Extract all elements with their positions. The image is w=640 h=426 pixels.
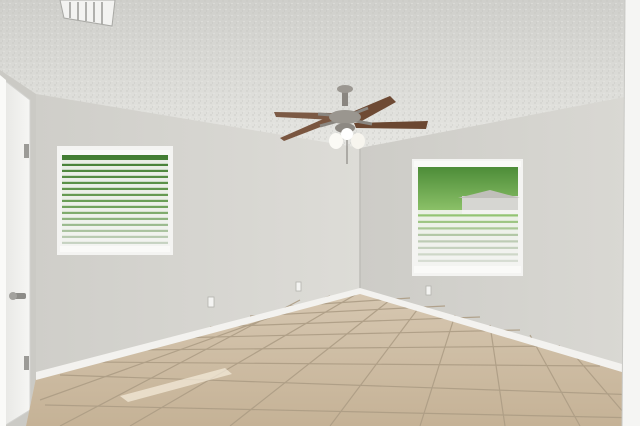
blind-slat [62, 160, 168, 164]
door-knob [9, 292, 17, 300]
blind-slat [418, 223, 518, 228]
left-window-blinds[interactable] [62, 160, 168, 248]
wall-outlet [207, 296, 215, 308]
right-window-blinds[interactable] [418, 210, 518, 267]
blind-slat [418, 255, 518, 260]
fan-light-globe [341, 128, 353, 140]
right-window [412, 159, 523, 276]
blind-slat [62, 232, 168, 236]
wall-outlet [425, 285, 432, 296]
blind-slat [418, 262, 518, 267]
blind-slat [62, 172, 168, 176]
blind-slat [62, 184, 168, 188]
door-hinge [24, 356, 29, 370]
blind-slat [62, 190, 168, 194]
blind-slat [62, 178, 168, 182]
left-window [57, 146, 173, 255]
wall-outlet [295, 281, 302, 292]
blind-slat [62, 238, 168, 242]
blind-slat [418, 242, 518, 247]
fan-motor [329, 110, 361, 124]
blind-slat [418, 236, 518, 241]
blind-slat [62, 226, 168, 230]
blind-slat [418, 210, 518, 215]
blind-slat [418, 229, 518, 234]
blind-slat [62, 202, 168, 206]
fan-light-globe [351, 133, 365, 149]
fan-canopy [337, 85, 353, 93]
blind-slat [62, 166, 168, 170]
blind-slat [62, 196, 168, 200]
blind-slat [62, 214, 168, 218]
blind-slat [62, 208, 168, 212]
blind-slat [418, 216, 518, 221]
room-scene [0, 0, 640, 426]
fan-light-globe [329, 133, 343, 149]
door-hinge [24, 144, 29, 158]
blind-slat [62, 220, 168, 224]
blind-slat [418, 249, 518, 254]
interior-door[interactable] [0, 75, 31, 426]
